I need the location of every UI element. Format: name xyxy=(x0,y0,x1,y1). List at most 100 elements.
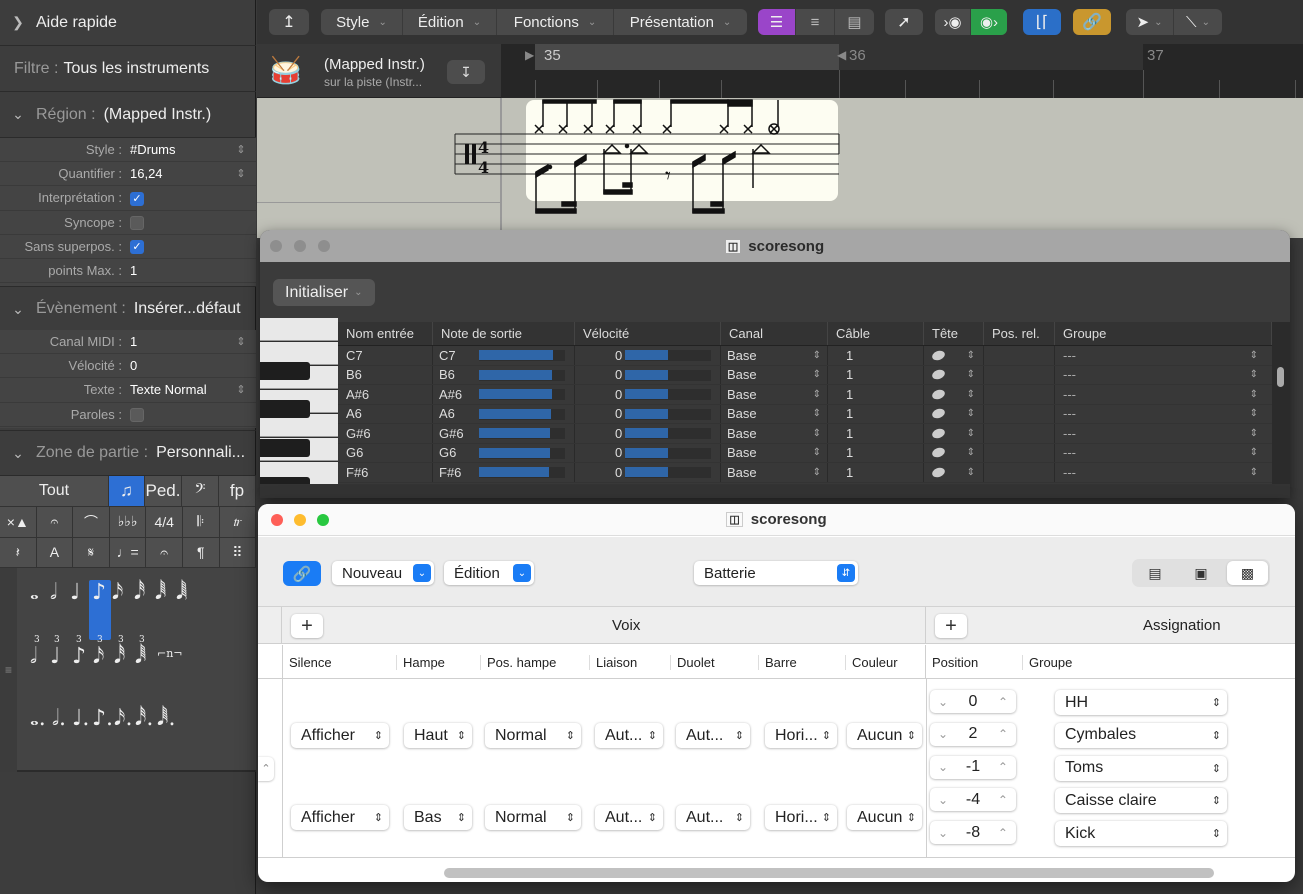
rest-popup[interactable]: Afficher ⇕ xyxy=(291,805,389,830)
dotted-whole-note-icon[interactable]: 𝅝. xyxy=(30,708,46,730)
decrement-icon[interactable]: ⌄ xyxy=(938,760,948,774)
group-value[interactable]: --- xyxy=(1063,367,1076,382)
decrement-icon[interactable]: ⌄ xyxy=(938,793,948,807)
quick-help-header[interactable]: ❯ Aide rapide xyxy=(0,0,256,46)
triplet-quarter-note-icon[interactable]: ♩ xyxy=(50,646,60,668)
increment-icon[interactable]: ⌃ xyxy=(998,727,1008,741)
pointer-tool-icon[interactable]: ➤ ⌄ xyxy=(1126,9,1174,35)
mapping-row[interactable]: F#6 F#6 0 Base ⇕ 1 ⇕ --- ⇕ xyxy=(338,463,1272,483)
up-down-arrows-icon[interactable]: ⇕ xyxy=(226,167,256,180)
channel-value[interactable]: Base xyxy=(727,445,757,460)
group-value[interactable]: --- xyxy=(1063,406,1076,421)
output-note[interactable]: A6 xyxy=(439,406,455,421)
bar-ruler[interactable]: ▶ 35 ◀ 36 37 xyxy=(501,44,1303,98)
group-value[interactable]: --- xyxy=(1063,348,1076,363)
output-note[interactable]: G#6 xyxy=(439,426,464,441)
notehead-icon[interactable] xyxy=(930,348,947,362)
page-view-icon[interactable]: ≡ xyxy=(796,9,835,35)
up-down-arrows-icon[interactable]: ⇕ xyxy=(967,369,975,380)
resize-handle[interactable]: ≡ xyxy=(0,568,17,772)
horizontal-scrollbar[interactable] xyxy=(444,868,1214,878)
velocity-value[interactable]: 0 xyxy=(615,406,622,421)
column-header[interactable]: Câble xyxy=(828,322,924,345)
triplet-eighth-note-icon[interactable]: ♪ xyxy=(72,646,86,668)
beam-popup[interactable]: Hori... ⇕ xyxy=(765,805,837,830)
midi-out-icon[interactable]: ◉› xyxy=(971,9,1007,35)
column-header[interactable]: Canal xyxy=(721,322,828,345)
zoom-button[interactable] xyxy=(317,514,329,526)
decrement-icon[interactable]: ⌄ xyxy=(938,695,948,709)
cable-value[interactable]: 1 xyxy=(846,406,853,421)
velocity-value[interactable]: 0 xyxy=(615,387,622,402)
group-popup[interactable]: HH ⇕ xyxy=(1055,690,1227,715)
increment-icon[interactable]: ⌃ xyxy=(998,695,1008,709)
velocity-bar[interactable] xyxy=(625,350,668,360)
velocity-value[interactable]: 0 xyxy=(615,445,622,460)
tie-popup[interactable]: Aut... ⇕ xyxy=(595,723,663,748)
velocity-bar[interactable] xyxy=(625,447,668,458)
dotted-sixteenth-note-icon[interactable]: 𝅘𝅥𝅯. xyxy=(114,708,132,730)
triplet-32nd-note-icon[interactable]: 𝅘𝅥𝅰 xyxy=(114,646,125,668)
increment-icon[interactable]: ⌃ xyxy=(998,826,1008,840)
print-view-icon[interactable]: ▤ xyxy=(835,9,874,35)
output-note[interactable]: F#6 xyxy=(439,465,461,480)
add-voice-button[interactable]: + xyxy=(291,614,323,638)
position-stepper[interactable]: ⌄ -1 ⌃ xyxy=(930,755,1016,779)
param-value[interactable]: 16,24 xyxy=(128,166,226,181)
mapping-row[interactable]: A6 A6 0 Base ⇕ 1 ⇕ --- ⇕ xyxy=(338,404,1272,424)
drum-staff[interactable]: 4 4 𝄾 xyxy=(447,98,847,238)
tie-popup[interactable]: Aut... ⇕ xyxy=(595,805,663,830)
black-key[interactable] xyxy=(260,362,310,380)
128th-note-icon[interactable]: 𝅘𝅥𝅲 xyxy=(176,582,187,604)
pencil-tool-icon[interactable]: ⟍ ⌄ xyxy=(1174,9,1222,35)
group-popup[interactable]: Kick ⇕ xyxy=(1055,821,1227,847)
eighth-note-icon[interactable]: ♪ xyxy=(92,582,106,604)
checkbox-unchecked[interactable] xyxy=(130,215,144,230)
event-header[interactable]: ⌄ Évènement : Insérer...défaut xyxy=(0,286,256,332)
duplet-popup[interactable]: Aut... ⇕ xyxy=(676,805,750,830)
link-icon[interactable]: 🔗 xyxy=(1073,9,1111,35)
notehead-icon[interactable] xyxy=(930,387,947,401)
part-box-header[interactable]: ⌄ Zone de partie : Personnali... xyxy=(0,430,256,476)
column-header[interactable]: Vélocité xyxy=(575,322,721,345)
stem-popup[interactable]: Haut ⇕ xyxy=(404,723,472,748)
mapping-row[interactable]: G#6 G#6 0 Base ⇕ 1 ⇕ --- ⇕ xyxy=(338,424,1272,444)
beam-popup[interactable]: Hori... ⇕ xyxy=(765,723,837,748)
up-down-arrows-icon[interactable]: ⇕ xyxy=(226,335,256,348)
notehead-icon[interactable] xyxy=(930,368,947,382)
channel-value[interactable]: Base xyxy=(727,465,757,480)
duplet-popup[interactable]: Aut... ⇕ xyxy=(676,723,750,748)
catch-icon[interactable]: ⌊⌈ xyxy=(1023,9,1061,35)
output-note-bar[interactable] xyxy=(479,467,549,477)
up-down-arrows-icon[interactable]: ⇕ xyxy=(1250,389,1258,400)
scroll-thumb[interactable] xyxy=(1277,367,1284,387)
32nd-note-icon[interactable]: 𝅘𝅥𝅰 xyxy=(134,582,145,604)
velocity-value[interactable]: 0 xyxy=(615,367,622,382)
position-stepper[interactable]: ⌄ -4 ⌃ xyxy=(930,788,1016,812)
column-header[interactable]: Pos. rel. xyxy=(984,322,1055,345)
zoom-button[interactable] xyxy=(318,240,330,252)
link-icon[interactable]: 🔗 xyxy=(283,561,321,586)
cable-value[interactable]: 1 xyxy=(846,426,853,441)
checkbox-checked[interactable]: ✓ xyxy=(130,191,144,206)
bottom-view-icon[interactable]: ▩ xyxy=(1227,561,1268,585)
stem-position-popup[interactable]: Normal ⇕ xyxy=(485,805,581,830)
sixteenth-note-icon[interactable]: 𝅘𝅥𝅯 xyxy=(112,582,123,604)
param-value[interactable]: Texte Normal xyxy=(128,382,226,397)
up-down-arrows-icon[interactable]: ⇕ xyxy=(813,428,821,439)
cable-value[interactable]: 1 xyxy=(846,387,853,402)
color-popup[interactable]: Aucun ⇕ xyxy=(847,805,922,830)
up-down-arrows-icon[interactable]: ⇕ xyxy=(967,350,975,361)
up-down-arrows-icon[interactable]: ⇕ xyxy=(967,467,975,478)
output-note[interactable]: C7 xyxy=(439,348,456,363)
column-header[interactable]: Nom entrée xyxy=(338,322,433,345)
automation-icon[interactable]: ➚ xyxy=(885,9,923,35)
menu-presentation[interactable]: Présentation ⌄ xyxy=(614,9,747,35)
vertical-scrollbar[interactable] xyxy=(1272,322,1290,484)
mapping-row[interactable]: G6 G6 0 Base ⇕ 1 ⇕ --- ⇕ xyxy=(338,443,1272,463)
channel-value[interactable]: Base xyxy=(727,406,757,421)
output-note-bar[interactable] xyxy=(479,447,550,458)
up-down-arrows-icon[interactable]: ⇕ xyxy=(1250,350,1258,361)
notes-set-icon[interactable]: ♫ xyxy=(109,476,145,507)
output-note-bar[interactable] xyxy=(479,369,553,380)
